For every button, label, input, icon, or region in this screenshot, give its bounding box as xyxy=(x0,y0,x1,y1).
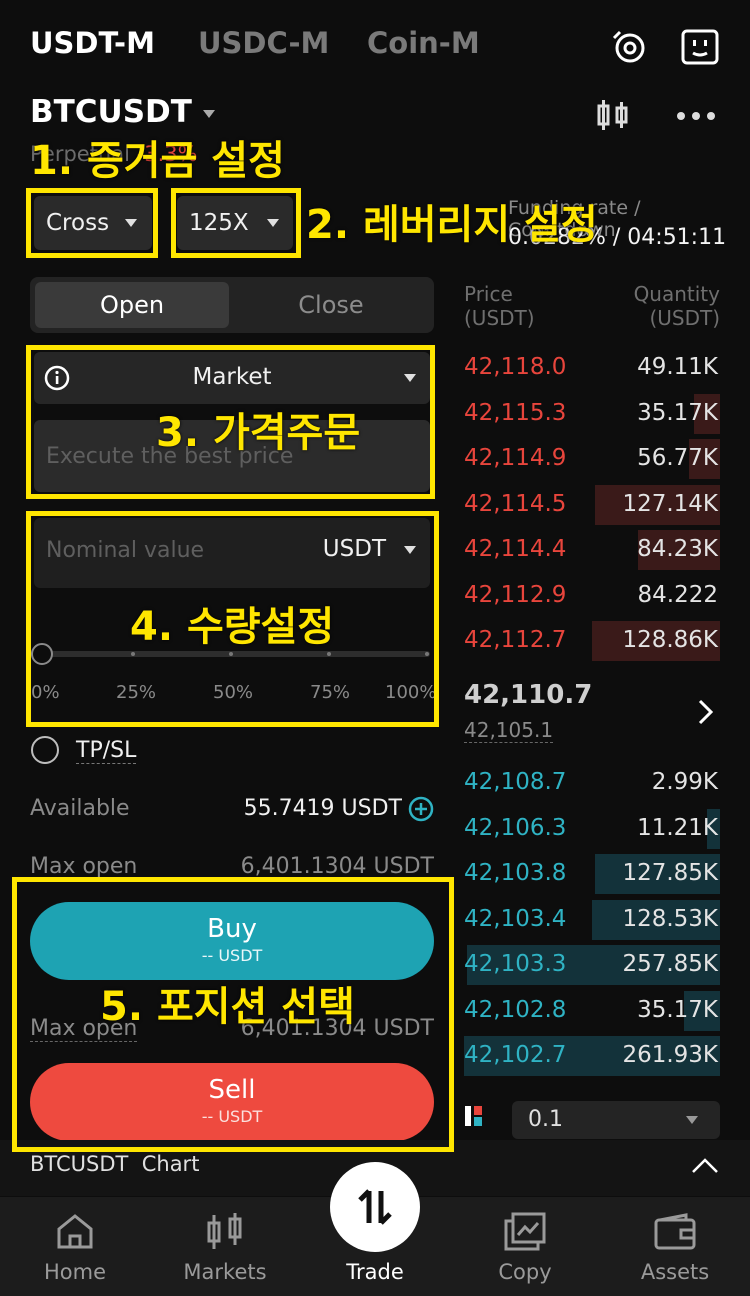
annotation-price: 3. 가격주문 xyxy=(156,410,361,456)
candlestick-icon[interactable] xyxy=(596,97,630,133)
home-icon xyxy=(55,1211,95,1251)
nav-markets-label: Markets xyxy=(183,1260,267,1284)
chevron-down-icon xyxy=(202,109,215,118)
annotation-margin: 1. 증거금 설정 xyxy=(30,138,285,184)
tab-coin-m[interactable]: Coin-M xyxy=(367,26,480,60)
orderbook-price: 42,112.7 xyxy=(464,627,567,653)
nav-home-label: Home xyxy=(43,1260,106,1284)
available-label: Available xyxy=(30,796,130,821)
orderbook-price: 42,102.7 xyxy=(464,1042,567,1068)
refresh-coin-icon[interactable] xyxy=(608,26,648,66)
open-close-toggle: Open Close xyxy=(30,277,434,333)
orderbook-qty: 257.85K xyxy=(622,951,718,977)
orderbook-qty: 84.23K xyxy=(637,536,718,562)
annotation-box-margin xyxy=(26,188,158,258)
orderbook-row[interactable]: 42,114.9 56.77K xyxy=(464,439,720,479)
orderbook-qty: 261.93K xyxy=(622,1042,718,1068)
orderbook-price: 42,108.7 xyxy=(464,769,567,795)
chevron-down-icon xyxy=(686,1116,698,1124)
orderbook-layout-icon[interactable] xyxy=(464,1104,496,1128)
nav-trade-label: Trade xyxy=(346,1260,404,1284)
orderbook-row[interactable]: 42,103.8 127.85K xyxy=(464,854,720,894)
orderbook-price: 42,115.3 xyxy=(464,399,567,426)
more-icon[interactable] xyxy=(676,108,716,122)
precision-value: 0.1 xyxy=(528,1107,563,1132)
orderbook-qty: 128.53K xyxy=(622,905,718,932)
orderbook-price: 42,112.9 xyxy=(464,581,567,608)
symbol-title[interactable]: BTCUSDT xyxy=(30,94,215,130)
nav-assets-label: Assets xyxy=(640,1260,710,1284)
orderbook-price: 42,103.3 xyxy=(464,951,567,977)
orderbook-price: 42,118.0 xyxy=(464,354,567,380)
annotation-box-leverage xyxy=(171,188,301,258)
wallet-icon xyxy=(653,1213,697,1251)
orderbook-price-header: Price (USDT) xyxy=(464,282,535,330)
precision-select[interactable]: 0.1 xyxy=(512,1101,720,1139)
tab-usdt-m[interactable]: USDT-M xyxy=(30,26,155,60)
orderbook-price: 42,106.3 xyxy=(464,814,567,841)
orderbook-row[interactable]: 42,118.0 49.11K xyxy=(464,348,720,388)
orderbook-qty: 127.14K xyxy=(622,490,718,517)
nav-home[interactable]: Home xyxy=(0,1197,150,1296)
orderbook-qty: 35.17K xyxy=(637,399,718,426)
transfer-plus-icon[interactable] xyxy=(408,796,434,822)
annotation-quantity: 4. 수량설정 xyxy=(130,604,335,650)
orderbook-row[interactable]: 42,106.3 11.21K xyxy=(464,808,720,849)
orderbook-price: 42,102.8 xyxy=(464,996,567,1023)
orderbook-row[interactable]: 42,103.4 128.53K xyxy=(464,899,720,940)
orderbook-qty: 11.21K xyxy=(637,814,718,841)
orderbook-qty: 84.222 xyxy=(637,581,718,608)
nav-assets[interactable]: Assets xyxy=(600,1197,750,1296)
tab-open[interactable]: Open xyxy=(35,282,229,328)
orderbook-qty: 2.99K xyxy=(651,769,718,795)
tab-usdc-m[interactable]: USDC-M xyxy=(198,26,329,60)
orderbook-price: 42,114.9 xyxy=(464,445,567,471)
orderbook-row[interactable]: 42,103.3 257.85K xyxy=(464,945,720,985)
orderbook-row[interactable]: 42,102.7 261.93K xyxy=(464,1036,720,1076)
orderbook-qty: 128.86K xyxy=(622,627,718,653)
orderbook-price: 42,103.4 xyxy=(464,905,567,932)
robot-icon[interactable] xyxy=(680,26,720,66)
orderbook-qty: 35.17K xyxy=(637,996,718,1023)
chevron-up-icon[interactable] xyxy=(690,1156,720,1176)
mark-price: 42,105.1 xyxy=(464,718,554,743)
chart-label: BTCUSDT Chart xyxy=(30,1152,200,1176)
orderbook-price: 42,114.4 xyxy=(464,536,567,562)
tab-close[interactable]: Close xyxy=(232,282,430,328)
last-price: 42,110.7 xyxy=(464,680,593,710)
orderbook-row[interactable]: 42,112.7 128.86K xyxy=(464,621,720,661)
orderbook-price: 42,103.8 xyxy=(464,860,567,886)
orderbook-row[interactable]: 42,114.4 84.23K xyxy=(464,530,720,570)
chevron-right-icon[interactable] xyxy=(696,698,716,726)
orderbook-qty-header: Quantity (USDT) xyxy=(633,282,720,330)
orderbook-row[interactable]: 42,112.9 84.222 xyxy=(464,576,720,616)
candlestick-icon xyxy=(205,1211,245,1251)
orderbook-qty: 56.77K xyxy=(637,445,718,471)
orderbook-row[interactable]: 42,114.5 127.14K xyxy=(464,484,720,525)
tpsl-radio[interactable] xyxy=(31,736,59,764)
trade-button[interactable] xyxy=(330,1162,420,1252)
orderbook-row[interactable]: 42,108.7 2.99K xyxy=(464,763,720,803)
annotation-leverage: 2. 레버리지 설정 xyxy=(306,202,598,248)
orderbook-qty: 127.85K xyxy=(622,860,718,886)
nav-copy[interactable]: Copy xyxy=(450,1197,600,1296)
available-value: 55.7419 USDT xyxy=(243,796,402,821)
orderbook-price: 42,114.5 xyxy=(464,490,567,517)
nav-markets[interactable]: Markets xyxy=(150,1197,300,1296)
max-open-value: 6,401.1304 USDT xyxy=(240,854,434,879)
orderbook-row[interactable]: 42,115.3 35.17K xyxy=(464,393,720,434)
annotation-position: 5. 포지션 선택 xyxy=(100,984,355,1030)
copy-chart-icon xyxy=(503,1211,547,1253)
orderbook-qty: 49.11K xyxy=(637,354,718,380)
swap-arrows-icon xyxy=(355,1187,395,1227)
nav-copy-label: Copy xyxy=(498,1260,552,1284)
max-open-label: Max open xyxy=(30,854,138,879)
orderbook-row[interactable]: 42,102.8 35.17K xyxy=(464,990,720,1031)
tpsl-label[interactable]: TP/SL xyxy=(76,738,137,764)
